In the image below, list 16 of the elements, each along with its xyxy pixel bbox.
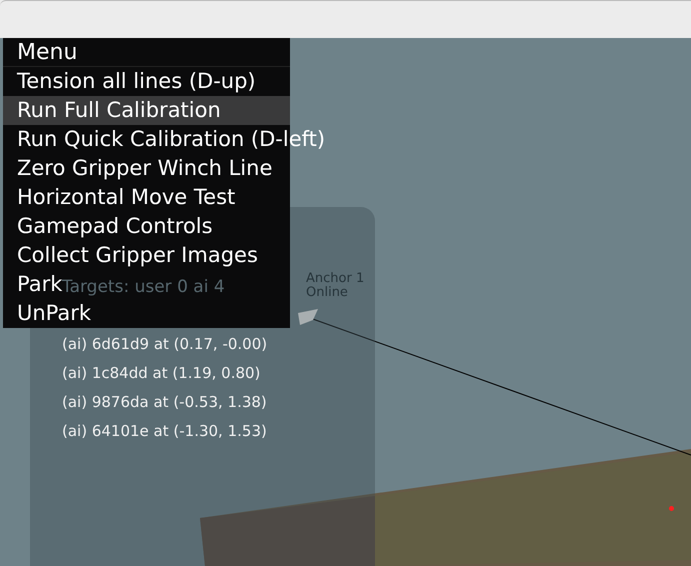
- target-entry: (ai) 9876da at (-0.53, 1.38): [62, 392, 268, 413]
- target-entry: (ai) 1c84dd at (1.19, 0.80): [62, 363, 262, 384]
- menu-item[interactable]: Run Full Calibration: [3, 96, 290, 125]
- anchor-status: Online: [306, 286, 349, 300]
- anchor-name: Anchor 1: [306, 272, 364, 286]
- menu-item[interactable]: Tension all lines (D-up): [3, 67, 290, 96]
- anchor-marker-icon: [297, 309, 319, 326]
- menu-item[interactable]: Zero Gripper Winch Line: [3, 154, 290, 183]
- target-entry: (ai) 64101e at (-1.30, 1.53): [62, 421, 268, 442]
- menu-title: Menu: [3, 38, 290, 67]
- menu-item[interactable]: Collect Gripper Images: [3, 241, 290, 270]
- targets-summary: Targets: user 0 ai 4: [62, 277, 225, 297]
- menu-item[interactable]: Horizontal Move Test: [3, 183, 290, 212]
- menu-item[interactable]: UnPark: [3, 299, 290, 328]
- menu-item[interactable]: Gamepad Controls: [3, 212, 290, 241]
- target-entry: (ai) 6d61d9 at (0.17, -0.00): [62, 334, 268, 355]
